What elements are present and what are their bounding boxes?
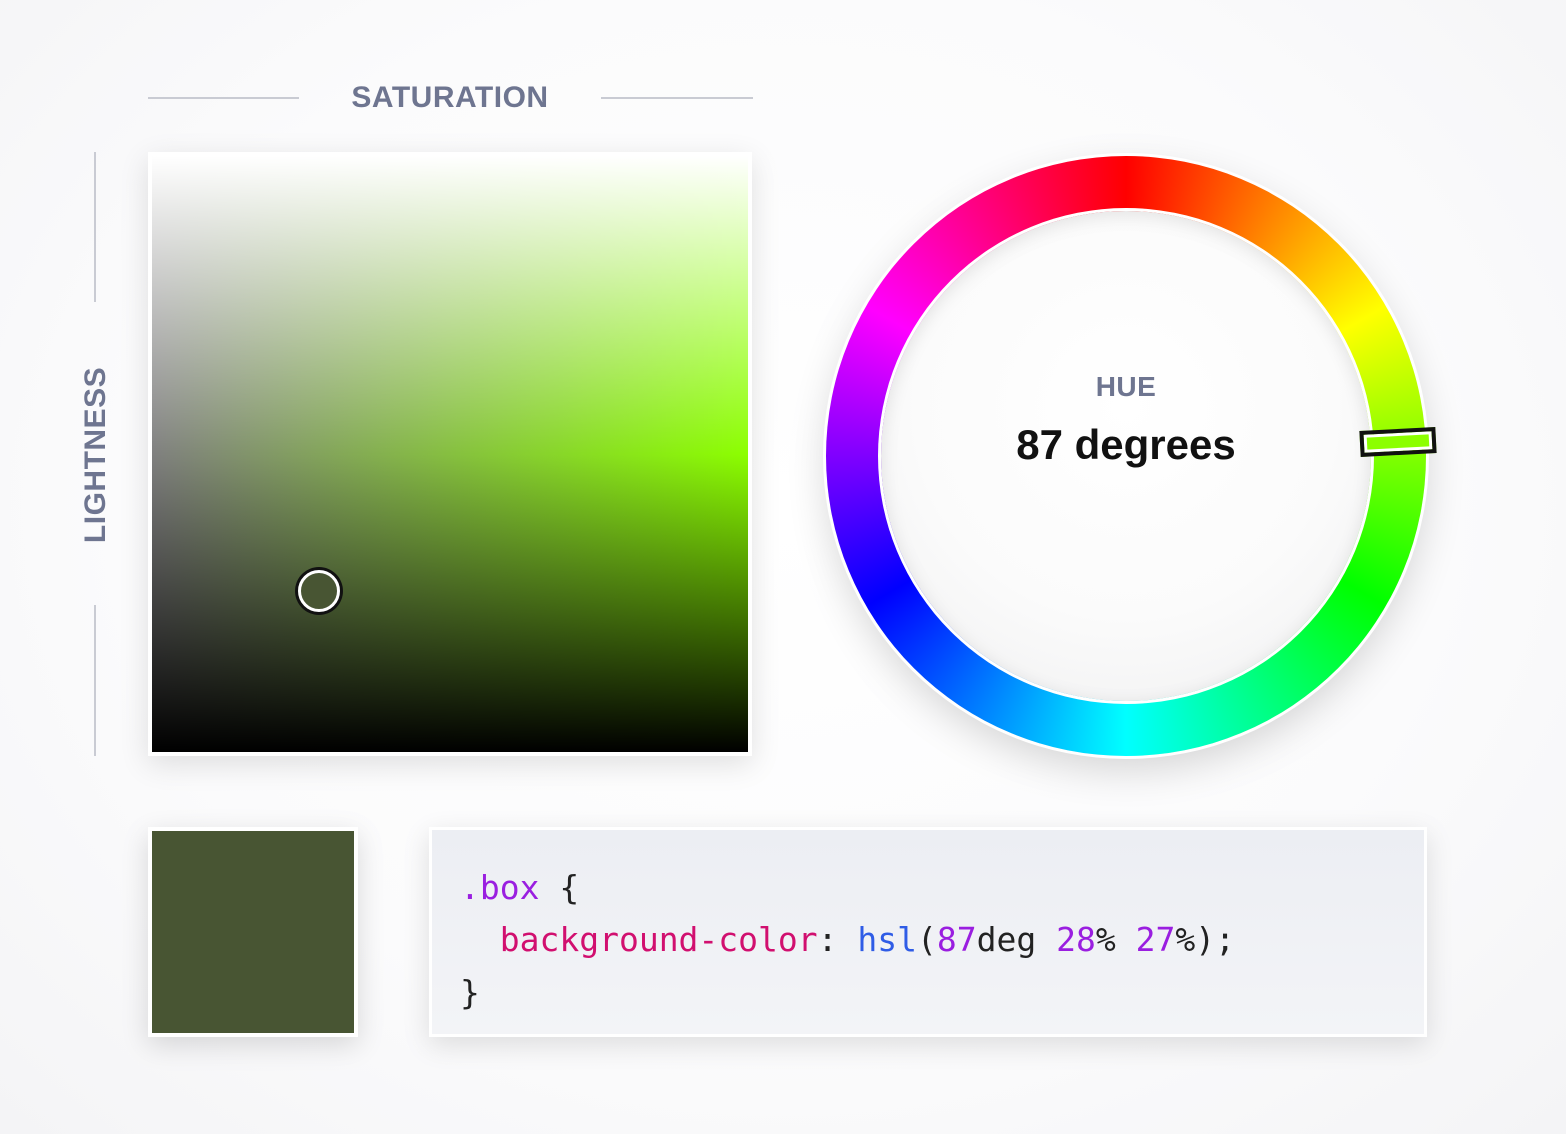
saturation-lightness-handle[interactable] xyxy=(297,570,340,613)
hue-handle[interactable] xyxy=(1358,426,1437,457)
code-saturation-number: 28 xyxy=(1056,920,1096,959)
code-saturation-unit: % xyxy=(1095,920,1136,959)
code-function: hsl xyxy=(857,920,917,959)
code-lightness-number: 27 xyxy=(1135,920,1176,959)
code-line-close: } xyxy=(460,973,480,1013)
hue-value: 87 degrees xyxy=(1016,421,1236,468)
code-hue-number: 87 xyxy=(936,920,977,959)
code-line-declaration: background-color: hsl(87deg 28% 27%); xyxy=(460,920,1235,960)
code-colon: : xyxy=(817,920,858,959)
code-paren-open: ( xyxy=(917,920,937,959)
color-swatch xyxy=(148,827,358,1037)
code-lightness-unit: % xyxy=(1175,920,1196,959)
code-line-selector: .box { xyxy=(460,868,579,908)
code-hue-unit: deg xyxy=(976,920,1057,959)
lightness-rule-top xyxy=(94,152,96,302)
code-paren-close: ); xyxy=(1195,920,1235,959)
saturation-rule-left xyxy=(148,97,299,99)
hue-readout: HUE 87 degrees xyxy=(881,211,1371,701)
hue-wheel[interactable]: HUE 87 degrees xyxy=(826,156,1437,756)
saturation-lightness-picker[interactable] xyxy=(148,152,752,756)
code-selector: .box xyxy=(460,868,540,907)
css-code-block: .box { background-color: hsl(87deg 28% 2… xyxy=(429,827,1427,1037)
saturation-axis-label: SATURATION xyxy=(351,81,549,114)
lightness-rule-bottom xyxy=(94,605,96,756)
code-property: background-color xyxy=(499,920,818,959)
saturation-rule-right xyxy=(601,97,753,99)
code-open-brace: { xyxy=(539,868,580,907)
lightness-axis-label: LIGHTNESS xyxy=(79,366,112,544)
hue-title: HUE xyxy=(1095,371,1157,402)
code-close-brace: } xyxy=(460,973,480,1012)
